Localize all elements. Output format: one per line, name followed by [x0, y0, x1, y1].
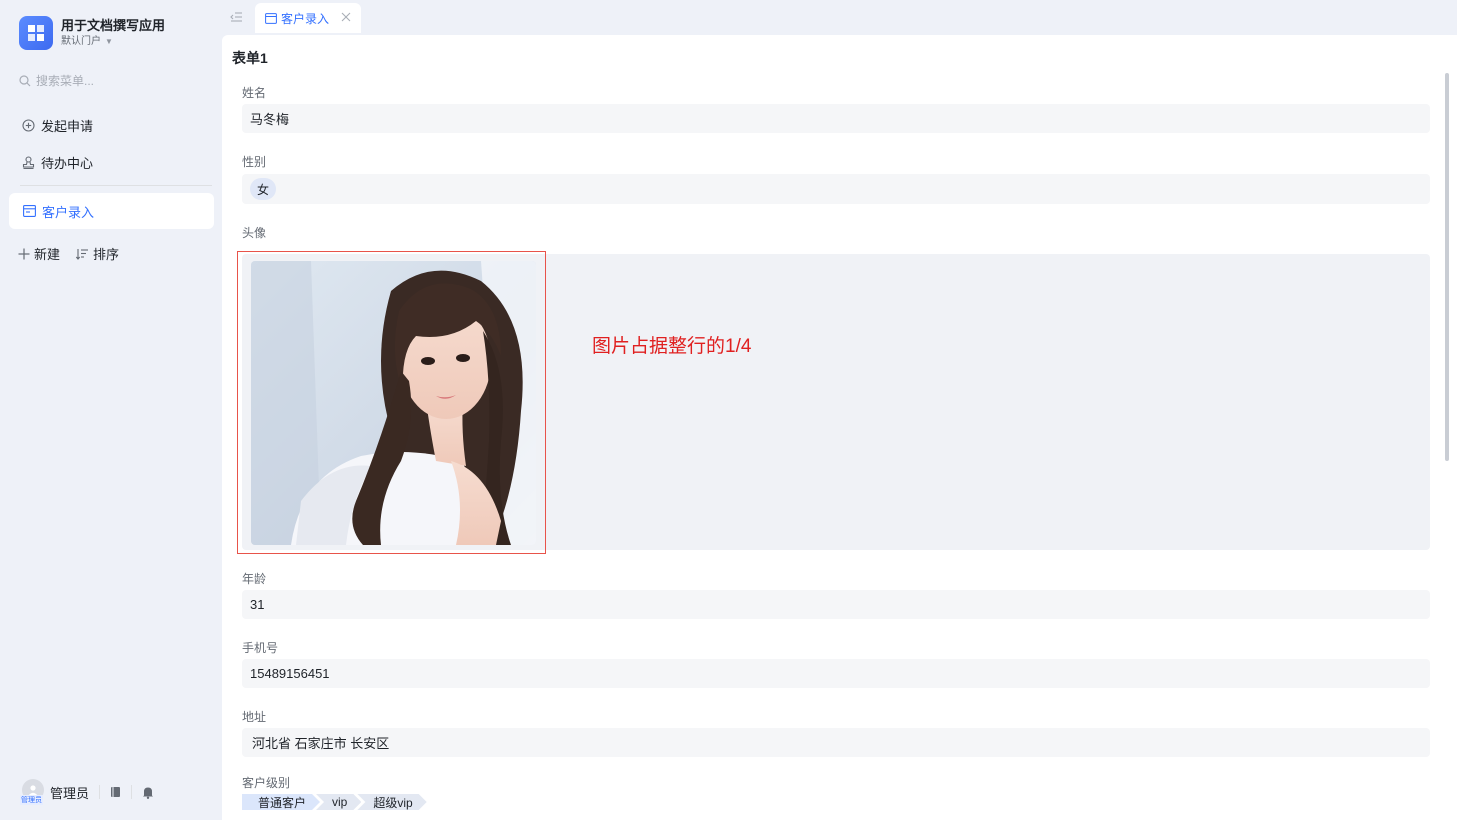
address-value: 河北省 石家庄市 长安区: [252, 736, 390, 751]
sidebar-item-label: 待办中心: [41, 156, 94, 171]
search-placeholder: 搜索菜单...: [36, 74, 95, 88]
level-step[interactable]: 超级vip: [357, 794, 426, 810]
form-panel: 表单1 姓名 马冬梅 性别 女 头像 图片占据整行的1/4 年龄 31 手机号 …: [222, 35, 1457, 820]
field-label-avatar: 头像: [242, 226, 267, 240]
close-icon[interactable]: [341, 12, 351, 22]
sidebar-divider: [20, 185, 212, 186]
user-name[interactable]: 管理员: [50, 783, 89, 802]
sidebar-item-customer-entry[interactable]: 客户录入: [9, 193, 214, 229]
field-label-name: 姓名: [242, 86, 267, 100]
portal-switcher[interactable]: 默认门户 ▼: [61, 35, 165, 49]
plus-icon: [18, 248, 30, 259]
new-label: 新建: [34, 247, 61, 262]
footer-divider: [131, 785, 133, 799]
collapse-sidebar-icon[interactable]: [230, 10, 243, 28]
age-field[interactable]: 31: [242, 590, 1430, 619]
chevron-down-icon: ▼: [105, 37, 113, 46]
gender-chip: 女: [250, 178, 276, 200]
portal-label: 默认门户: [61, 36, 101, 47]
gender-field[interactable]: 女: [242, 174, 1430, 204]
name-value: 马冬梅: [250, 112, 290, 127]
avatar-image[interactable]: [251, 261, 536, 545]
field-label-age: 年龄: [242, 572, 267, 586]
age-value: 31: [250, 597, 265, 612]
new-button[interactable]: 新建: [18, 244, 60, 263]
field-label-phone: 手机号: [242, 641, 279, 655]
tab-customer-entry[interactable]: 客户录入: [255, 3, 361, 33]
sort-icon: [76, 248, 89, 260]
app-logo-icon: [19, 16, 53, 50]
plus-circle-icon: [22, 119, 35, 132]
role-tag: 管理员: [20, 795, 43, 805]
app-title: 用于文档撰写应用: [61, 18, 166, 33]
name-field[interactable]: 马冬梅: [242, 104, 1430, 133]
page-title: 表单1: [232, 50, 268, 66]
sidebar: 用于文档撰写应用 默认门户 ▼ 搜索菜单... 发起申请 待办中心 客户录入 新…: [0, 0, 222, 820]
sidebar-item-label: 发起申请: [41, 119, 94, 134]
phone-value: 15489156451: [250, 666, 330, 681]
menu-search[interactable]: 搜索菜单...: [19, 72, 94, 89]
sidebar-item-label: 客户录入: [42, 204, 95, 220]
bell-icon[interactable]: [142, 786, 154, 799]
annotation-text: 图片占据整行的1/4: [592, 336, 752, 357]
footer-divider: [99, 785, 101, 799]
sidebar-actions: 新建 排序: [18, 244, 135, 263]
customer-level-steps: 普通客户 vip 超级vip: [242, 794, 423, 810]
user-avatar[interactable]: 管理员: [20, 779, 46, 805]
form-icon: [23, 205, 36, 217]
field-label-address: 地址: [242, 710, 267, 724]
sidebar-footer: 管理员 管理员: [20, 779, 154, 805]
book-icon[interactable]: [110, 786, 121, 798]
scrollbar[interactable]: [1445, 73, 1449, 461]
app-header[interactable]: 用于文档撰写应用 默认门户 ▼: [19, 16, 165, 50]
field-label-gender: 性别: [242, 155, 267, 169]
sort-label: 排序: [93, 247, 120, 262]
level-step[interactable]: 普通客户: [242, 794, 320, 810]
form-icon: [265, 12, 277, 24]
sidebar-item-todo[interactable]: 待办中心: [22, 153, 93, 172]
level-step[interactable]: vip: [316, 794, 361, 810]
address-field[interactable]: 河北省 石家庄市 长安区: [242, 728, 1430, 757]
search-icon: [19, 74, 31, 86]
sort-button[interactable]: 排序: [76, 244, 119, 263]
field-label-level: 客户级别: [242, 776, 291, 790]
tab-label: 客户录入: [281, 11, 330, 26]
phone-field[interactable]: 15489156451: [242, 659, 1430, 688]
sidebar-item-apply[interactable]: 发起申请: [22, 116, 93, 135]
stamp-icon: [22, 156, 35, 169]
image-highlight-frame: [237, 251, 546, 554]
